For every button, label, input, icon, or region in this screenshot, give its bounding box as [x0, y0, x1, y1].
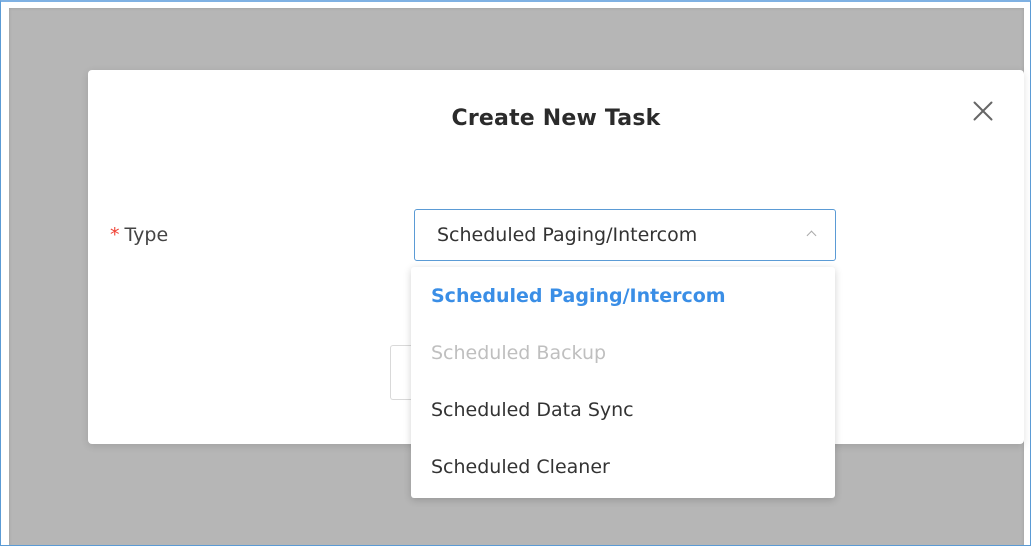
dropdown-option-scheduled-paging-intercom[interactable]: Scheduled Paging/Intercom: [411, 268, 835, 325]
dropdown-option-scheduled-data-sync[interactable]: Scheduled Data Sync: [411, 382, 835, 439]
type-field-label: * Type: [110, 224, 168, 246]
close-icon[interactable]: [970, 98, 996, 124]
type-select[interactable]: Scheduled Paging/Intercom: [414, 209, 836, 261]
modal-title: Create New Task: [451, 106, 661, 131]
dropdown-option-scheduled-cleaner[interactable]: Scheduled Cleaner: [411, 439, 835, 496]
dropdown-option-scheduled-backup: Scheduled Backup: [431, 342, 607, 364]
chevron-up-icon: [806, 230, 817, 241]
required-marker: *: [110, 224, 120, 246]
type-select-value: Scheduled Paging/Intercom: [437, 224, 698, 246]
type-dropdown-menu: Scheduled Paging/Intercom Scheduled Back…: [411, 267, 835, 498]
type-label-text: Type: [124, 224, 169, 246]
